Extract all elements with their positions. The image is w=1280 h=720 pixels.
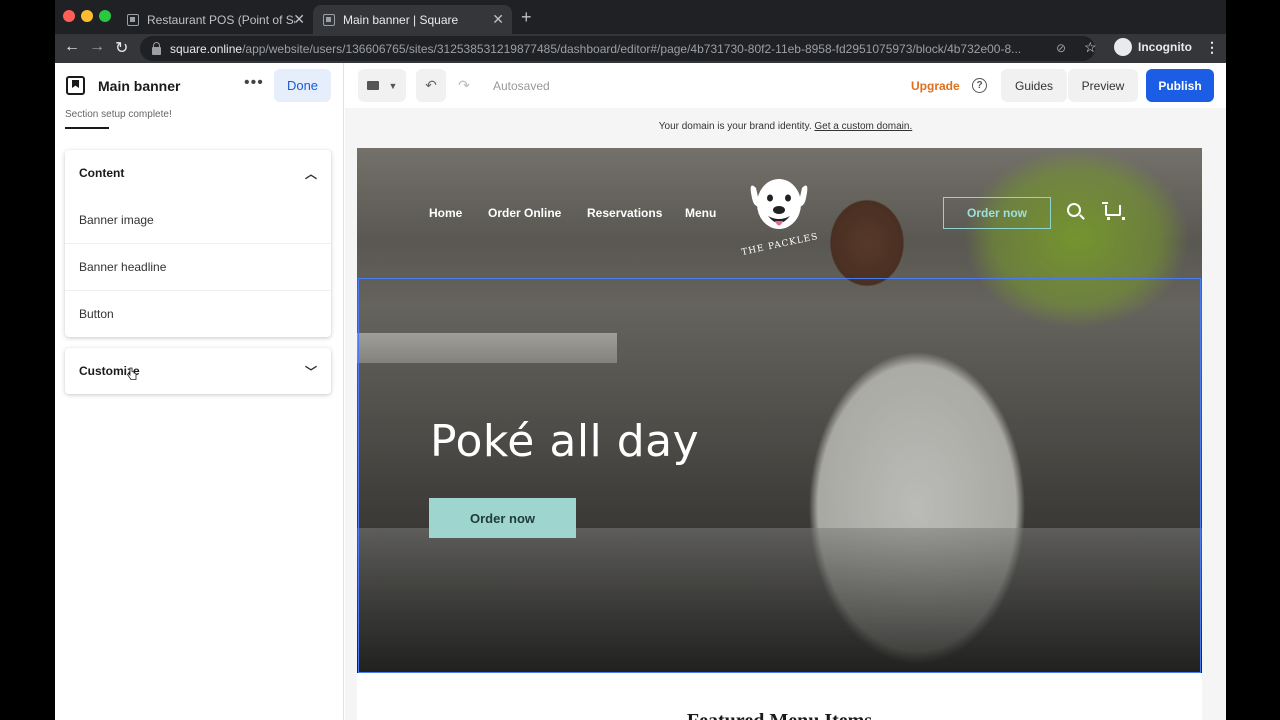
star-icon[interactable]: ☆ xyxy=(1084,39,1097,56)
forward-arrow-icon[interactable]: → xyxy=(89,38,105,56)
featured-menu-heading: Featured Menu Items xyxy=(357,710,1202,720)
incognito-profile[interactable]: Incognito xyxy=(1114,38,1192,56)
redo-icon[interactable]: ↷ xyxy=(449,69,479,102)
hero-banner[interactable]: Home Order Online Reservations Menu THE … xyxy=(357,148,1202,673)
reload-icon[interactable]: ↻ xyxy=(115,38,128,58)
undo-icon[interactable]: ↶ xyxy=(416,69,446,102)
banner-headline[interactable]: Poké all day xyxy=(430,416,699,467)
panel-title: Main banner xyxy=(98,78,181,94)
tab-title: Main banner | Square xyxy=(343,12,459,27)
content-item-banner-headline[interactable]: Banner headline xyxy=(65,243,331,290)
cart-icon[interactable] xyxy=(1102,202,1125,220)
tab-strip: Restaurant POS (Point of Sale) ✕ Main ba… xyxy=(55,0,1226,34)
content-section: Content ︿ Banner image Banner headline B… xyxy=(65,150,331,337)
tab-main-banner[interactable]: Main banner | Square ✕ xyxy=(313,5,512,34)
guides-button[interactable]: Guides xyxy=(1001,69,1067,102)
minimize-window-button[interactable] xyxy=(81,10,93,22)
browser-window: Restaurant POS (Point of Sale) ✕ Main ba… xyxy=(55,0,1226,720)
maximize-window-button[interactable] xyxy=(99,10,111,22)
customize-section: Customize ﹀ xyxy=(65,348,331,394)
plus-icon[interactable]: + xyxy=(521,7,532,28)
upgrade-link[interactable]: Upgrade xyxy=(911,79,960,93)
setup-status: Section setup complete! xyxy=(65,109,172,120)
close-icon[interactable]: ✕ xyxy=(293,11,305,28)
more-vertical-icon[interactable]: ⋮ xyxy=(1205,39,1219,56)
square-favicon-icon xyxy=(323,13,335,26)
site-nav-reservations[interactable]: Reservations xyxy=(587,206,662,220)
tab-restaurant-pos[interactable]: Restaurant POS (Point of Sale) ✕ xyxy=(117,5,313,34)
profile-label: Incognito xyxy=(1138,40,1192,54)
bookmark-icon xyxy=(66,76,85,95)
lock-icon xyxy=(152,41,161,55)
site-nav-menu[interactable]: Menu xyxy=(685,206,716,220)
editor-canvas: ▼ ↶ ↷ Autosaved Upgrade ? Guides Preview… xyxy=(345,63,1226,720)
item-label: Banner headline xyxy=(79,260,167,274)
device-view-selector[interactable]: ▼ xyxy=(358,69,406,102)
desktop-icon xyxy=(366,81,379,90)
custom-domain-link[interactable]: Get a custom domain. xyxy=(814,121,912,132)
done-button[interactable]: Done xyxy=(274,69,331,102)
caret-down-icon: ▼ xyxy=(388,80,398,91)
chevron-down-icon[interactable]: ﹀ xyxy=(305,363,317,380)
square-favicon-icon xyxy=(127,13,139,26)
publish-button[interactable]: Publish xyxy=(1146,69,1214,102)
section-settings-panel: Main banner ••• Done Section setup compl… xyxy=(55,63,344,720)
nav-order-now-button[interactable]: Order now xyxy=(943,197,1051,229)
content-item-banner-image[interactable]: Banner image xyxy=(65,196,331,243)
domain-notice: Your domain is your brand identity. Get … xyxy=(345,121,1226,132)
url-path: /app/website/users/136606765/sites/31253… xyxy=(242,41,1022,56)
site-nav-home[interactable]: Home xyxy=(429,206,462,220)
content-section-header[interactable]: Content ︿ xyxy=(65,150,331,196)
search-icon[interactable] xyxy=(1067,203,1081,217)
content-item-button[interactable]: Button xyxy=(65,290,331,337)
domain-notice-text: Your domain is your brand identity. xyxy=(658,121,812,132)
incognito-icon xyxy=(1114,38,1132,56)
banner-order-now-button[interactable]: Order now xyxy=(429,498,576,538)
editor-toolbar: ▼ ↶ ↷ Autosaved Upgrade ? Guides Preview… xyxy=(345,63,1226,108)
dog-logo-icon[interactable] xyxy=(742,168,816,242)
url-domain: square.online xyxy=(170,41,243,56)
customize-section-header[interactable]: Customize ﹀ xyxy=(65,348,331,394)
item-label: Button xyxy=(79,307,114,321)
back-arrow-icon[interactable]: ← xyxy=(64,38,80,56)
section-label: Content xyxy=(79,166,125,180)
chevron-up-icon[interactable]: ︿ xyxy=(305,165,317,182)
progress-bar xyxy=(65,127,109,129)
site-nav-order-online[interactable]: Order Online xyxy=(488,206,561,220)
tab-title: Restaurant POS (Point of Sale) xyxy=(147,12,295,27)
close-icon[interactable]: ✕ xyxy=(492,11,504,28)
hand-pointer-cursor-icon xyxy=(127,367,137,380)
selected-section-outline xyxy=(358,278,1201,673)
close-window-button[interactable] xyxy=(63,10,75,22)
address-bar: ← → ↻ square.online /app/website/users/1… xyxy=(55,34,1226,63)
site-preview: Home Order Online Reservations Menu THE … xyxy=(357,148,1202,720)
more-horizontal-icon[interactable]: ••• xyxy=(244,74,264,92)
item-label: Banner image xyxy=(79,212,154,227)
help-icon[interactable]: ? xyxy=(972,78,987,93)
autosave-status: Autosaved xyxy=(493,79,550,93)
preview-button[interactable]: Preview xyxy=(1068,69,1138,102)
url-input[interactable]: square.online /app/website/users/1366067… xyxy=(140,36,1095,61)
eye-off-icon[interactable]: ⊘ xyxy=(1056,41,1066,55)
